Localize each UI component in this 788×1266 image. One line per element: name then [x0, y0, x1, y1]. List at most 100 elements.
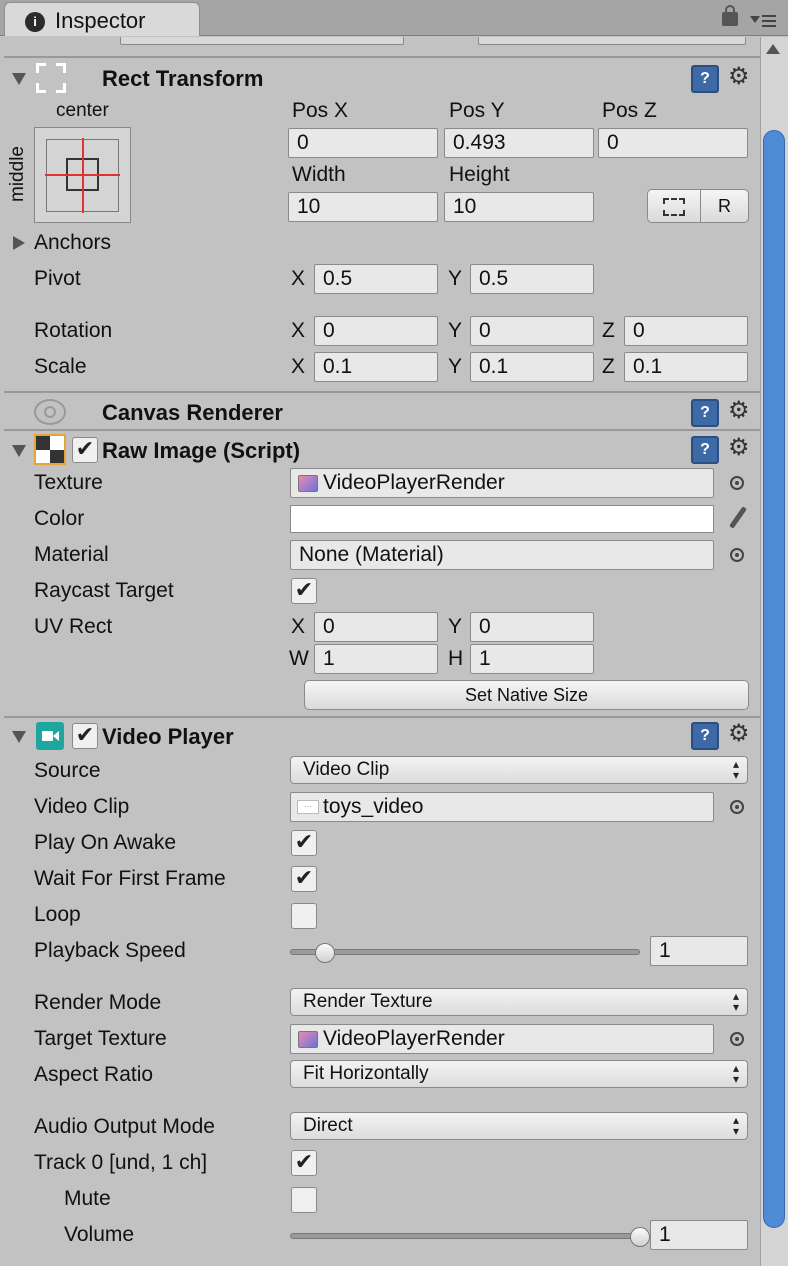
aspect-ratio-value: Fit Horizontally — [303, 1063, 429, 1084]
wait-first-frame-checkbox[interactable]: ✔ — [291, 866, 317, 892]
raw-image-title: Raw Image (Script) — [102, 438, 301, 463]
playback-speed-field[interactable]: 1 — [650, 936, 748, 966]
tab-menu-icon[interactable] — [750, 14, 778, 30]
height-label: Height — [449, 163, 510, 186]
pivot-x-field[interactable]: 0.5 — [314, 264, 438, 294]
material-field[interactable]: None (Material) — [290, 540, 714, 570]
anchor-preset-button[interactable] — [34, 127, 131, 223]
volume-field[interactable]: 1 — [650, 1220, 748, 1250]
video-player-enabled-checkbox[interactable]: ✔ — [72, 723, 98, 749]
tab-title: Inspector — [55, 8, 146, 33]
video-clip-value: toys_video — [323, 795, 424, 818]
lock-icon[interactable] — [722, 5, 738, 26]
loop-label: Loop — [34, 903, 81, 926]
scale-x-field[interactable]: 0.1 — [314, 352, 438, 382]
width-field[interactable]: 10 — [288, 192, 438, 222]
source-value: Video Clip — [303, 759, 390, 780]
uv-x-field[interactable]: 0 — [314, 612, 438, 642]
playback-speed-label: Playback Speed — [34, 939, 186, 962]
raw-image-foldout-icon[interactable] — [12, 445, 26, 457]
track-enabled-checkbox[interactable]: ✔ — [291, 1150, 317, 1176]
rect-transform-icon — [36, 63, 66, 93]
dropdown-arrow-icon: ▴ ▾ — [732, 1061, 739, 1086]
layer-dropdown[interactable] — [478, 37, 746, 45]
rect-transform-foldout-icon[interactable] — [12, 73, 26, 85]
pos-y-field[interactable]: 0.493 — [444, 128, 594, 158]
object-picker-icon[interactable] — [730, 476, 744, 490]
source-dropdown[interactable]: Video Clip ▴ ▾ — [290, 756, 748, 784]
texture-icon — [298, 475, 318, 492]
pos-x-field[interactable]: 0 — [288, 128, 438, 158]
anchor-top-label: center — [56, 100, 109, 121]
anchors-label[interactable]: Anchors — [34, 231, 111, 255]
raw-edit-button[interactable]: R — [700, 189, 749, 223]
object-picker-icon[interactable] — [730, 548, 744, 562]
tag-dropdown[interactable] — [120, 37, 404, 45]
mute-checkbox[interactable] — [291, 1187, 317, 1213]
play-on-awake-label: Play On Awake — [34, 831, 177, 854]
gear-icon[interactable]: ⚙ — [728, 399, 750, 423]
wait-first-frame-label: Wait For First Frame — [34, 867, 226, 890]
volume-slider-knob[interactable] — [630, 1227, 650, 1247]
divider — [4, 429, 760, 431]
color-swatch[interactable] — [290, 505, 714, 533]
volume-slider[interactable] — [290, 1233, 640, 1239]
target-texture-field[interactable]: VideoPlayerRender — [290, 1024, 714, 1054]
raycast-target-checkbox[interactable]: ✔ — [291, 578, 317, 604]
aspect-ratio-dropdown[interactable]: Fit Horizontally ▴ ▾ — [290, 1060, 748, 1088]
rotation-x-field[interactable]: 0 — [314, 316, 438, 346]
video-player-icon — [36, 722, 64, 750]
anchor-side-label: middle — [6, 146, 28, 202]
uv-h-field[interactable]: 1 — [470, 644, 594, 674]
uv-w-field[interactable]: 1 — [314, 644, 438, 674]
scale-y-field[interactable]: 0.1 — [470, 352, 594, 382]
video-clip-label: Video Clip — [34, 795, 130, 818]
help-icon[interactable]: ? — [691, 722, 719, 750]
blueprint-mode-button[interactable] — [647, 189, 701, 223]
gear-icon[interactable]: ⚙ — [728, 722, 750, 746]
scale-z-label: Z — [602, 355, 615, 378]
scale-y-label: Y — [448, 355, 463, 378]
divider — [4, 56, 760, 58]
texture-field[interactable]: VideoPlayerRender — [290, 468, 714, 498]
uv-y-label: Y — [448, 615, 463, 638]
pivot-y-field[interactable]: 0.5 — [470, 264, 594, 294]
gear-icon[interactable]: ⚙ — [728, 436, 750, 460]
height-field[interactable]: 10 — [444, 192, 594, 222]
help-icon[interactable]: ? — [691, 65, 719, 93]
playback-speed-slider-knob[interactable] — [315, 943, 335, 963]
video-clip-field[interactable]: ··· toys_video — [290, 792, 714, 822]
help-icon[interactable]: ? — [691, 399, 719, 427]
scrollbar-thumb[interactable] — [763, 130, 785, 1228]
set-native-size-button[interactable]: Set Native Size — [304, 680, 749, 710]
object-picker-icon[interactable] — [730, 800, 744, 814]
loop-checkbox[interactable] — [291, 903, 317, 929]
raw-image-enabled-checkbox[interactable]: ✔ — [72, 437, 98, 463]
play-on-awake-checkbox[interactable]: ✔ — [291, 830, 317, 856]
uv-y-field[interactable]: 0 — [470, 612, 594, 642]
gear-icon[interactable]: ⚙ — [728, 65, 750, 89]
pivot-x-label: X — [291, 267, 306, 290]
dashed-rect-icon — [663, 198, 685, 216]
mute-label: Mute — [64, 1187, 111, 1210]
eyedropper-icon[interactable] — [722, 503, 748, 533]
scroll-up-arrow-icon[interactable] — [766, 44, 780, 54]
pos-z-field[interactable]: 0 — [598, 128, 748, 158]
tab-inspector[interactable]: i Inspector — [4, 2, 200, 36]
rotation-y-field[interactable]: 0 — [470, 316, 594, 346]
audio-output-mode-dropdown[interactable]: Direct ▴ ▾ — [290, 1112, 748, 1140]
render-mode-dropdown[interactable]: Render Texture ▴ ▾ — [290, 988, 748, 1016]
scale-z-field[interactable]: 0.1 — [624, 352, 748, 382]
texture-value: VideoPlayerRender — [323, 471, 505, 494]
raw-image-icon — [34, 434, 66, 465]
uv-x-label: X — [291, 615, 306, 638]
rotation-z-field[interactable]: 0 — [624, 316, 748, 346]
object-picker-icon[interactable] — [730, 1032, 744, 1046]
playback-speed-slider[interactable] — [290, 949, 640, 955]
pos-y-label: Pos Y — [449, 99, 505, 122]
help-icon[interactable]: ? — [691, 436, 719, 464]
video-player-foldout-icon[interactable] — [12, 731, 26, 743]
rotation-y-label: Y — [448, 319, 463, 342]
canvas-renderer-icon — [34, 399, 66, 425]
anchors-foldout-icon[interactable] — [13, 236, 25, 250]
